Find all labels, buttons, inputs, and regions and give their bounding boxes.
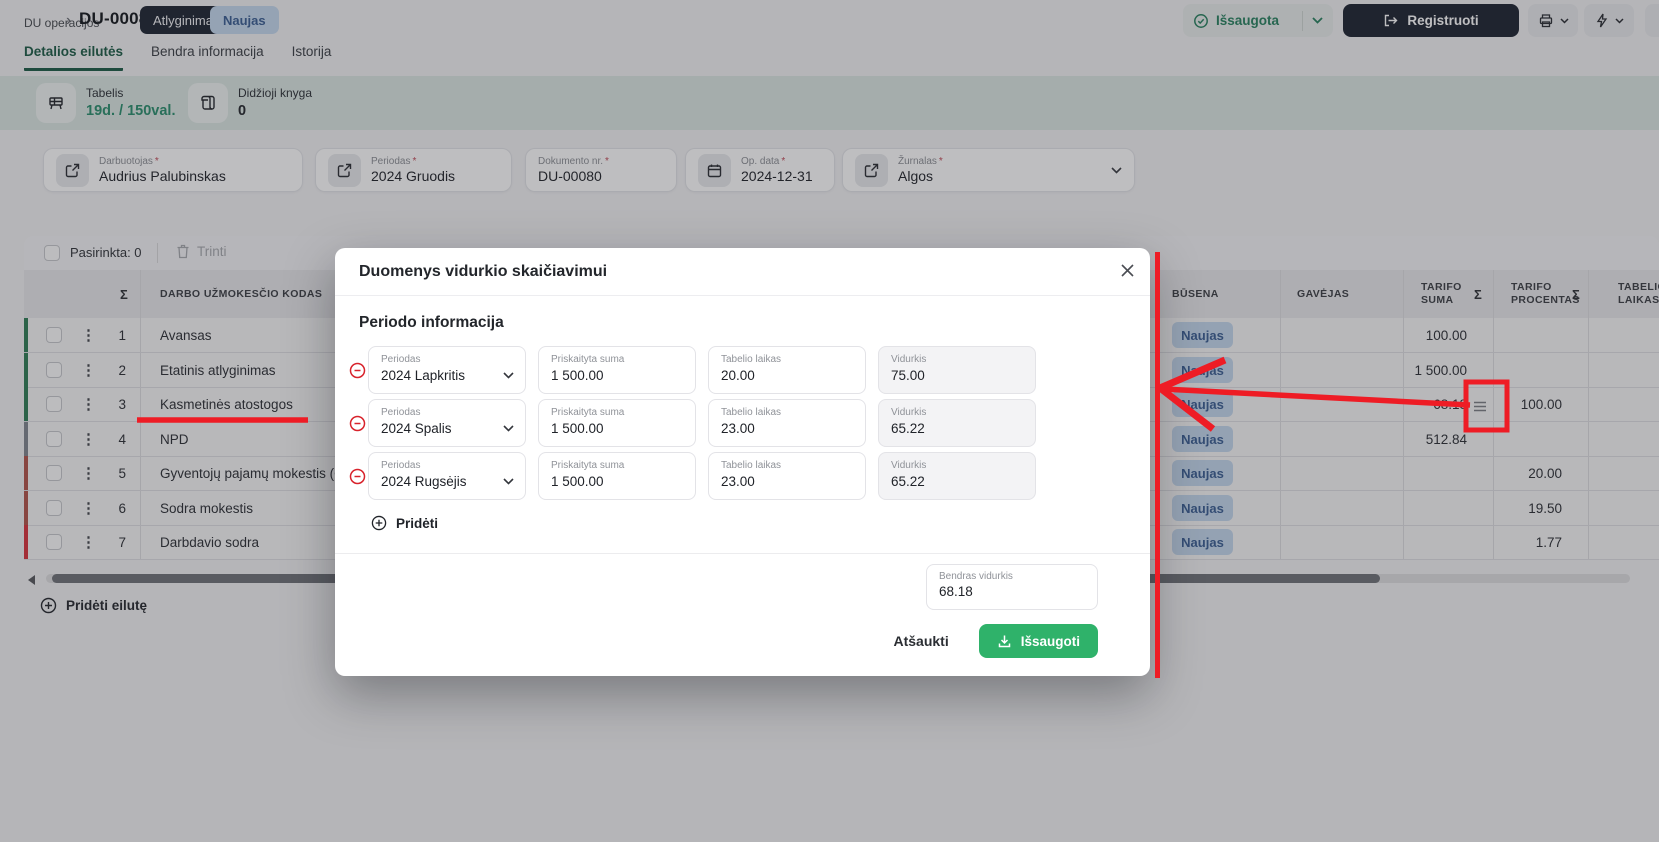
chevron-down-icon: [503, 366, 514, 384]
vidurkis-readonly-field[interactable]: Vidurkis 65.22: [878, 452, 1036, 500]
input-value: 75.00: [891, 368, 1023, 383]
app-window: DU operacijos › DU-00080 Atlyginimas Nau…: [0, 0, 1659, 842]
add-period-button[interactable]: Pridėti: [371, 512, 1126, 534]
input-value: 2024 Lapkritis: [381, 368, 513, 383]
chevron-down-icon: [503, 419, 514, 437]
input-label: Periodas: [381, 459, 513, 472]
periodas-select[interactable]: Periodas 2024 Lapkritis: [368, 346, 526, 394]
tabelio-laikas-input[interactable]: Tabelio laikas 23.00: [708, 399, 866, 447]
input-label: Priskaityta suma: [551, 406, 683, 419]
input-label: Priskaityta suma: [551, 353, 683, 366]
input-label: Tabelio laikas: [721, 459, 853, 472]
priskaityta-suma-input[interactable]: Priskaityta suma 1 500.00: [538, 452, 696, 500]
period-row: Periodas 2024 Lapkritis Priskaityta suma…: [347, 346, 1126, 394]
input-label: Periodas: [381, 406, 513, 419]
period-row: Periodas 2024 Rugsėjis Priskaityta suma …: [347, 452, 1126, 500]
input-value: 20.00: [721, 368, 853, 383]
input-label: Tabelio laikas: [721, 353, 853, 366]
bendras-vidurkis-field[interactable]: Bendras vidurkis 68.18: [926, 564, 1098, 610]
cancel-button[interactable]: Atšaukti: [894, 633, 949, 649]
add-period-label: Pridėti: [396, 516, 438, 531]
input-value: 2024 Rugsėjis: [381, 474, 513, 489]
input-label: Vidurkis: [891, 353, 1023, 366]
tabelio-laikas-input[interactable]: Tabelio laikas 20.00: [708, 346, 866, 394]
tabelio-laikas-input[interactable]: Tabelio laikas 23.00: [708, 452, 866, 500]
input-label: Bendras vidurkis: [939, 571, 1085, 582]
vidurkis-readonly-field[interactable]: Vidurkis 65.22: [878, 399, 1036, 447]
circle-plus-icon: [371, 515, 387, 531]
section-title: Periodo informacija: [359, 314, 1126, 332]
save-button[interactable]: Išsaugoti: [979, 624, 1098, 658]
save-icon: [997, 634, 1012, 649]
input-value: 2024 Spalis: [381, 421, 513, 436]
input-value: 65.22: [891, 474, 1023, 489]
input-value: 1 500.00: [551, 474, 683, 489]
input-value: 1 500.00: [551, 368, 683, 383]
input-value: 23.00: [721, 474, 853, 489]
input-label: Periodas: [381, 353, 513, 366]
periodas-select[interactable]: Periodas 2024 Spalis: [368, 399, 526, 447]
input-value: 23.00: [721, 421, 853, 436]
close-icon[interactable]: [1121, 264, 1134, 282]
chevron-down-icon: [503, 472, 514, 490]
input-label: Vidurkis: [891, 459, 1023, 472]
modal-header: Duomenys vidurkio skaičiavimui: [335, 248, 1150, 296]
remove-period-icon[interactable]: [347, 415, 368, 432]
save-button-label: Išsaugoti: [1021, 634, 1080, 649]
vidurkis-readonly-field[interactable]: Vidurkis 75.00: [878, 346, 1036, 394]
period-row: Periodas 2024 Spalis Priskaityta suma 1 …: [347, 399, 1126, 447]
remove-period-icon[interactable]: [347, 468, 368, 485]
modal-footer: Atšaukti Išsaugoti: [347, 610, 1126, 658]
priskaityta-suma-input[interactable]: Priskaityta suma 1 500.00: [538, 399, 696, 447]
input-label: Priskaityta suma: [551, 459, 683, 472]
average-calculation-modal: Duomenys vidurkio skaičiavimui Periodo i…: [335, 248, 1150, 676]
periodas-select[interactable]: Periodas 2024 Rugsėjis: [368, 452, 526, 500]
input-label: Vidurkis: [891, 406, 1023, 419]
input-value: 65.22: [891, 421, 1023, 436]
modal-title: Duomenys vidurkio skaičiavimui: [359, 263, 607, 281]
input-value: 68.18: [939, 584, 1085, 599]
modal-body: Periodo informacija Periodas 2024 Lapkri…: [335, 296, 1150, 658]
remove-period-icon[interactable]: [347, 362, 368, 379]
input-value: 1 500.00: [551, 421, 683, 436]
priskaityta-suma-input[interactable]: Priskaityta suma 1 500.00: [538, 346, 696, 394]
input-label: Tabelio laikas: [721, 406, 853, 419]
